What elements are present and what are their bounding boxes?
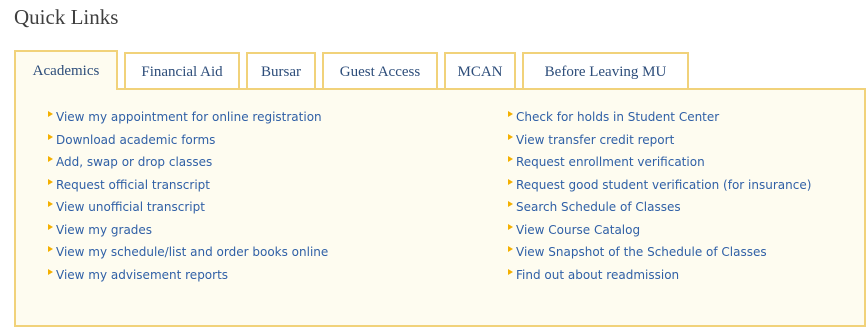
bullet-arrow-icon: [48, 178, 53, 185]
links-column-left: View my appointment for online registrat…: [48, 106, 328, 286]
tab-label: Guest Access: [339, 63, 421, 80]
bullet-arrow-icon: [48, 133, 53, 140]
link-label: Find out about readmission: [516, 267, 680, 282]
bullet-arrow-icon: [508, 178, 513, 185]
bullet-arrow-icon: [508, 201, 513, 208]
link-view-schedule-order-books[interactable]: View my schedule/list and order books on…: [48, 241, 328, 264]
bullet-arrow-icon: [48, 201, 53, 208]
link-request-good-student-verification[interactable]: Request good student verification (for i…: [508, 174, 811, 197]
bullet-arrow-icon: [48, 246, 53, 253]
bullet-arrow-icon: [48, 156, 53, 163]
link-label: View my advisement reports: [56, 267, 229, 282]
link-label: View unofficial transcript: [56, 200, 205, 215]
link-view-my-grades[interactable]: View my grades: [48, 219, 328, 242]
link-label: View transfer credit report: [516, 132, 675, 147]
bullet-arrow-icon: [48, 223, 53, 230]
link-view-unofficial-transcript[interactable]: View unofficial transcript: [48, 196, 328, 219]
link-label: Request enrollment verification: [516, 155, 705, 170]
bullet-arrow-icon: [48, 268, 53, 275]
link-label: Add, swap or drop classes: [56, 155, 213, 170]
bullet-arrow-icon: [48, 111, 53, 118]
bullet-arrow-icon: [508, 111, 513, 118]
link-view-schedule-snapshot[interactable]: View Snapshot of the Schedule of Classes: [508, 241, 811, 264]
link-request-official-transcript[interactable]: Request official transcript: [48, 174, 328, 197]
link-view-transfer-credit-report[interactable]: View transfer credit report: [508, 129, 811, 152]
link-label: Request official transcript: [56, 177, 210, 192]
tab-financial-aid[interactable]: Financial Aid: [124, 52, 240, 90]
tab-label: Bursar: [261, 63, 301, 80]
link-label: Download academic forms: [56, 132, 216, 147]
quick-links-widget: Quick Links Academics Financial Aid Burs…: [0, 0, 868, 329]
tab-label: Academics: [32, 62, 100, 79]
tab-guest-access[interactable]: Guest Access: [322, 52, 438, 90]
tab-mcan[interactable]: MCAN: [444, 52, 516, 90]
link-label: View Course Catalog: [516, 222, 641, 237]
link-label: View my grades: [56, 222, 153, 237]
tab-academics[interactable]: Academics: [14, 50, 118, 90]
bullet-arrow-icon: [508, 268, 513, 275]
link-label: View Snapshot of the Schedule of Classes: [516, 245, 767, 260]
link-label: Request good student verification (for i…: [516, 177, 812, 192]
link-label: Search Schedule of Classes: [516, 200, 681, 215]
page-title: Quick Links: [14, 5, 119, 29]
bullet-arrow-icon: [508, 133, 513, 140]
bullet-arrow-icon: [508, 223, 513, 230]
link-search-schedule-of-classes[interactable]: Search Schedule of Classes: [508, 196, 811, 219]
link-check-holds[interactable]: Check for holds in Student Center: [508, 106, 811, 129]
tab-bar: Academics Financial Aid Bursar Guest Acc…: [14, 50, 695, 90]
tab-bursar[interactable]: Bursar: [246, 52, 316, 90]
link-view-course-catalog[interactable]: View Course Catalog: [508, 219, 811, 242]
bullet-arrow-icon: [508, 246, 513, 253]
link-find-out-about-readmission[interactable]: Find out about readmission: [508, 264, 811, 287]
link-label: View my schedule/list and order books on…: [56, 245, 329, 260]
link-add-swap-drop-classes[interactable]: Add, swap or drop classes: [48, 151, 328, 174]
link-label: Check for holds in Student Center: [516, 110, 720, 125]
bullet-arrow-icon: [508, 156, 513, 163]
links-column-right: Check for holds in Student Center View t…: [508, 106, 811, 286]
tab-panel-academics: View my appointment for online registrat…: [14, 88, 866, 327]
link-label: View my appointment for online registrat…: [56, 110, 322, 125]
tab-before-leaving-mu[interactable]: Before Leaving MU: [522, 52, 689, 90]
link-view-advisement-reports[interactable]: View my advisement reports: [48, 264, 328, 287]
link-request-enrollment-verification[interactable]: Request enrollment verification: [508, 151, 811, 174]
link-download-academic-forms[interactable]: Download academic forms: [48, 129, 328, 152]
tab-label: Financial Aid: [141, 63, 223, 80]
link-view-registration-appointment[interactable]: View my appointment for online registrat…: [48, 106, 328, 129]
tab-label: MCAN: [457, 63, 503, 80]
tab-label: Before Leaving MU: [544, 63, 667, 80]
